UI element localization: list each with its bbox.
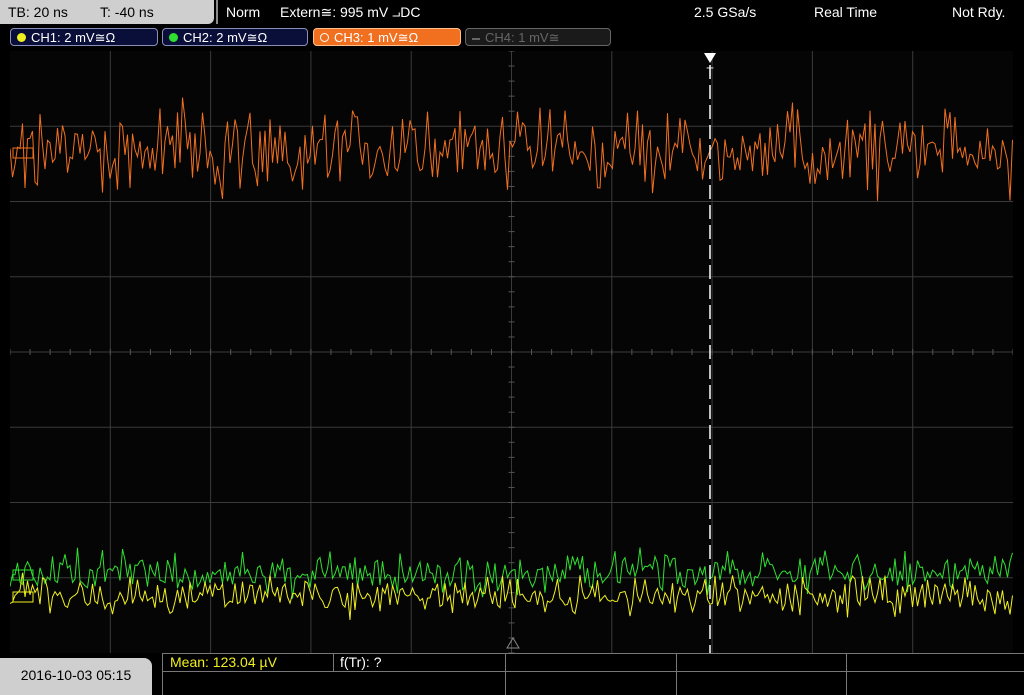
- channel-4-button[interactable]: CH4: 1 mV≅: [465, 28, 611, 46]
- mean-measurement[interactable]: Mean: 123.04 µV: [170, 653, 277, 671]
- ch2-indicator-icon: [169, 33, 178, 43]
- waveform-svg: T: [9, 50, 1014, 654]
- meas-divider-top: [162, 653, 1024, 654]
- channel-3-label: CH3: 1 mV≅Ω: [334, 30, 419, 45]
- meas-divider-mid: [162, 671, 1024, 672]
- ch4-indicator-icon: [472, 37, 480, 40]
- trigger-mode[interactable]: Norm: [226, 0, 260, 24]
- sample-rate[interactable]: 2.5 GSa/s: [694, 0, 756, 24]
- channel-2-label: CH2: 2 mV≅Ω: [183, 30, 268, 45]
- timebase-label: TB: 20 ns: [8, 4, 68, 20]
- timebase-box[interactable]: TB: 20 ns T: -40 ns: [0, 0, 214, 24]
- ch1-indicator-icon: [17, 33, 26, 43]
- trigger-offset-label: T: -40 ns: [100, 4, 154, 20]
- status-bar: TB: 20 ns T: -40 ns Norm Extern≅: 995 mV…: [0, 0, 1024, 24]
- channel-3-button[interactable]: CH3: 1 mV≅Ω: [313, 28, 461, 46]
- ch3-indicator-icon: [320, 33, 329, 43]
- trigger-source[interactable]: Extern≅: 995 mV ⨼DC: [280, 0, 421, 24]
- channel-bar: CH1: 2 mV≅Ω CH2: 2 mV≅Ω CH3: 1 mV≅Ω CH4:…: [0, 25, 1024, 49]
- frequency-measurement[interactable]: f(Tr): ?: [340, 653, 381, 671]
- waveform-display[interactable]: T: [9, 50, 1014, 654]
- divider: [216, 0, 218, 24]
- measurement-panel: 2016-10-03 05:15 Mean: 123.04 µV f(Tr): …: [0, 653, 1024, 695]
- channel-1-label: CH1: 2 mV≅Ω: [31, 30, 116, 45]
- datetime-label: 2016-10-03 05:15: [20, 667, 132, 683]
- meas-divider: [846, 653, 847, 695]
- acquisition-mode[interactable]: Real Time: [814, 0, 877, 24]
- meas-divider-left: [162, 653, 163, 695]
- meas-divider: [505, 653, 506, 695]
- meas-divider: [676, 653, 677, 695]
- datetime-box: 2016-10-03 05:15: [0, 658, 152, 695]
- meas-divider: [333, 653, 334, 671]
- trigger-marker-label: T: [706, 65, 714, 79]
- acquisition-status: Not Rdy.: [952, 4, 1006, 20]
- channel-1-button[interactable]: CH1: 2 mV≅Ω: [10, 28, 158, 46]
- channel-4-label: CH4: 1 mV≅: [485, 30, 560, 45]
- channel-2-button[interactable]: CH2: 2 mV≅Ω: [162, 28, 308, 46]
